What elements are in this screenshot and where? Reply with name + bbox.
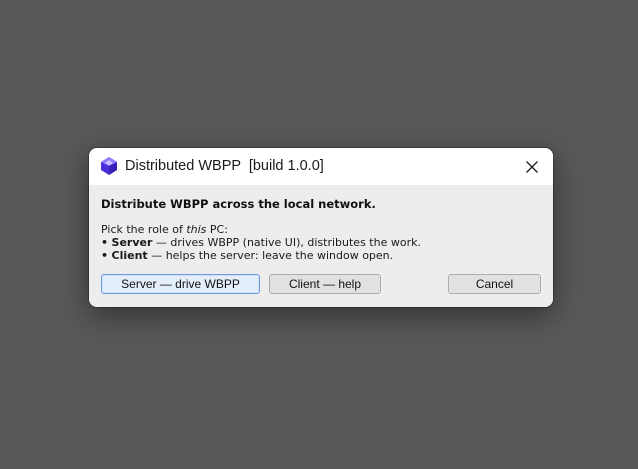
server-term: Server [111,236,153,249]
window-title: Distributed WBPP [build 1.0.0] [125,158,324,174]
bullet: • [101,236,109,249]
title-bar[interactable]: Distributed WBPP [build 1.0.0] [89,148,553,185]
client-desc: — helps the server: leave the window ope… [147,249,394,262]
server-desc: — drives WBPP (native UI), distributes t… [152,236,421,249]
cancel-button[interactable]: Cancel [448,274,541,294]
intro-line: Pick the role of this PC: [101,223,421,236]
client-term: Client [111,249,148,262]
dialog-body: Distribute WBPP across the local network… [89,185,553,307]
role-description: Pick the role of this PC: • Server — dri… [101,223,421,262]
client-button[interactable]: Client — help [269,274,381,294]
intro-suffix: PC: [206,223,228,236]
bullet: • [101,249,109,262]
close-button[interactable] [511,148,553,185]
server-button[interactable]: Server — drive WBPP [101,274,260,294]
purple-gem-icon [101,157,117,175]
server-line: • Server — drives WBPP (native UI), dist… [101,236,421,249]
intro-prefix: Pick the role of [101,223,187,236]
dialog-heading: Distribute WBPP across the local network… [101,197,376,211]
intro-emphasis: this [186,223,207,236]
close-icon [526,160,538,173]
dialog-window: Distributed WBPP [build 1.0.0] Distribut… [89,148,553,307]
client-line: • Client — helps the server: leave the w… [101,249,421,262]
